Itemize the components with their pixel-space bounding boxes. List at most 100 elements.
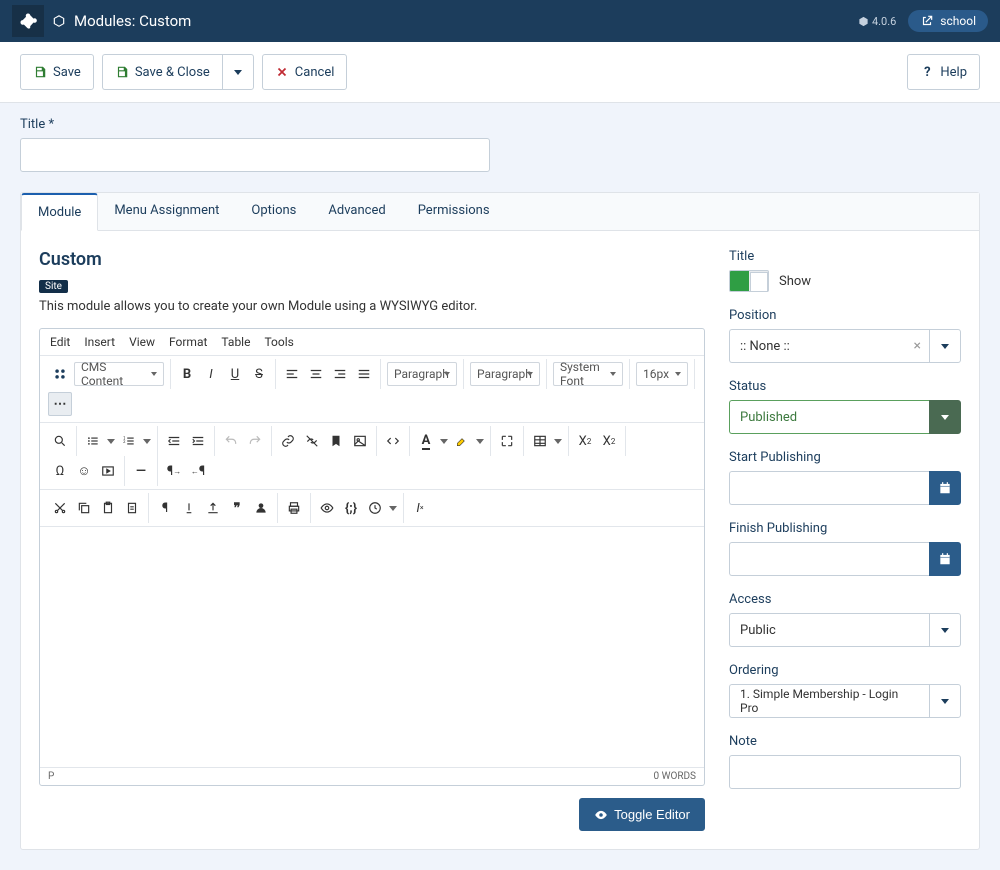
copy-icon[interactable] xyxy=(72,496,96,520)
save-button[interactable]: Save xyxy=(20,54,94,90)
cms-content-select[interactable]: CMS Content xyxy=(74,362,164,386)
ordering-select[interactable]: 1. Simple Membership - Login Pro xyxy=(729,684,929,718)
access-select[interactable]: Public xyxy=(729,613,929,647)
menu-insert[interactable]: Insert xyxy=(84,335,115,349)
paste-icon[interactable] xyxy=(96,496,120,520)
align-center-icon[interactable] xyxy=(304,362,328,386)
image-icon[interactable] xyxy=(348,429,372,453)
search-icon[interactable] xyxy=(48,429,72,453)
preview-icon[interactable] xyxy=(315,496,339,520)
italic-icon[interactable]: I xyxy=(199,362,223,386)
tab-menu-assignment[interactable]: Menu Assignment xyxy=(98,193,235,230)
position-dropdown[interactable] xyxy=(929,329,961,363)
align-left-icon[interactable] xyxy=(280,362,304,386)
clear-icon[interactable]: × xyxy=(914,338,921,354)
start-publishing-input[interactable] xyxy=(729,471,929,505)
position-select[interactable]: :: None :: × xyxy=(729,329,929,363)
text-color-icon[interactable]: A xyxy=(414,429,438,453)
bullet-list-dropdown[interactable] xyxy=(105,429,117,453)
more-icon[interactable]: ⋯ xyxy=(48,392,72,416)
editor-content[interactable] xyxy=(40,527,704,767)
help-button[interactable]: ? Help xyxy=(907,54,980,90)
cut-icon[interactable] xyxy=(48,496,72,520)
tab-permissions[interactable]: Permissions xyxy=(402,193,506,230)
print-icon[interactable] xyxy=(282,496,306,520)
show-blocks-icon[interactable]: ¶ xyxy=(153,496,177,520)
clear-format-icon[interactable]: I× xyxy=(408,496,432,520)
code-icon[interactable] xyxy=(381,429,405,453)
show-invisible-icon[interactable] xyxy=(177,496,201,520)
redo-icon[interactable] xyxy=(243,429,267,453)
ordering-dropdown[interactable] xyxy=(929,684,961,718)
link-icon[interactable] xyxy=(276,429,300,453)
table-dropdown[interactable] xyxy=(552,429,564,453)
position-label: Position xyxy=(729,308,961,323)
align-right-icon[interactable] xyxy=(328,362,352,386)
subscript-icon[interactable]: X2 xyxy=(573,429,597,453)
open-site-button[interactable]: school xyxy=(908,10,988,32)
codesample-icon[interactable]: {;} xyxy=(339,496,363,520)
ltr-icon[interactable]: ¶→ xyxy=(162,459,186,483)
cancel-button[interactable]: Cancel xyxy=(262,54,348,90)
note-input[interactable] xyxy=(729,755,961,789)
joomla-icon[interactable] xyxy=(48,362,72,386)
menu-view[interactable]: View xyxy=(129,335,155,349)
paste-text-icon[interactable] xyxy=(120,496,144,520)
hr-icon[interactable]: — xyxy=(129,459,153,483)
outdent-icon[interactable] xyxy=(162,429,186,453)
highlight-dropdown[interactable] xyxy=(474,429,486,453)
indent-icon[interactable] xyxy=(186,429,210,453)
access-label: Access xyxy=(729,592,961,607)
blockquote-icon[interactable]: ❞ xyxy=(225,496,249,520)
finish-publishing-input[interactable] xyxy=(729,542,929,576)
menu-format[interactable]: Format xyxy=(169,335,207,349)
joomla-logo[interactable] xyxy=(12,5,44,37)
status-dropdown[interactable] xyxy=(929,400,961,434)
save-close-button[interactable]: Save & Close xyxy=(102,54,222,90)
save-icon xyxy=(115,65,129,79)
font-size-select[interactable]: 16px xyxy=(636,362,688,386)
block-format-select[interactable]: Paragraph xyxy=(387,362,457,386)
version-badge: 4.0.6 xyxy=(858,15,896,28)
superscript-icon[interactable]: X2 xyxy=(597,429,621,453)
table-icon[interactable] xyxy=(528,429,552,453)
access-dropdown[interactable] xyxy=(929,613,961,647)
special-char-icon[interactable]: Ω xyxy=(48,459,72,483)
word-count: 0 WORDS xyxy=(653,771,696,782)
menu-tools[interactable]: Tools xyxy=(264,335,293,349)
tab-advanced[interactable]: Advanced xyxy=(312,193,401,230)
underline-icon[interactable]: U xyxy=(223,362,247,386)
finish-calendar-button[interactable] xyxy=(929,542,961,576)
title-input[interactable] xyxy=(20,138,490,172)
text-color-dropdown[interactable] xyxy=(438,429,450,453)
undo-icon[interactable] xyxy=(219,429,243,453)
unlink-icon[interactable] xyxy=(300,429,324,453)
status-select[interactable]: Published xyxy=(729,400,929,434)
emoji-icon[interactable]: ☺ xyxy=(72,459,96,483)
align-justify-icon[interactable] xyxy=(352,362,376,386)
bullet-list-icon[interactable] xyxy=(81,429,105,453)
start-calendar-button[interactable] xyxy=(929,471,961,505)
numbered-list-dropdown[interactable] xyxy=(141,429,153,453)
datetime-dropdown[interactable] xyxy=(387,496,399,520)
save-close-dropdown[interactable] xyxy=(222,54,254,90)
rtl-icon[interactable]: ←¶ xyxy=(186,459,210,483)
person-icon[interactable] xyxy=(249,496,273,520)
menu-table[interactable]: Table xyxy=(221,335,250,349)
numbered-list-icon[interactable]: 12 xyxy=(117,429,141,453)
strikethrough-icon[interactable]: S xyxy=(247,362,271,386)
tab-options[interactable]: Options xyxy=(235,193,312,230)
style-format-select[interactable]: Paragraph xyxy=(470,362,540,386)
bookmark-icon[interactable] xyxy=(324,429,348,453)
menu-edit[interactable]: Edit xyxy=(50,335,70,349)
datetime-icon[interactable] xyxy=(363,496,387,520)
show-title-toggle[interactable] xyxy=(729,270,769,292)
toggle-editor-button[interactable]: Toggle Editor xyxy=(579,798,705,831)
upload-icon[interactable] xyxy=(201,496,225,520)
tab-module[interactable]: Module xyxy=(21,193,98,231)
media-icon[interactable] xyxy=(96,459,120,483)
bold-icon[interactable]: B xyxy=(175,362,199,386)
font-family-select[interactable]: System Font xyxy=(553,362,623,386)
fullscreen-icon[interactable] xyxy=(495,429,519,453)
highlight-icon[interactable] xyxy=(450,429,474,453)
